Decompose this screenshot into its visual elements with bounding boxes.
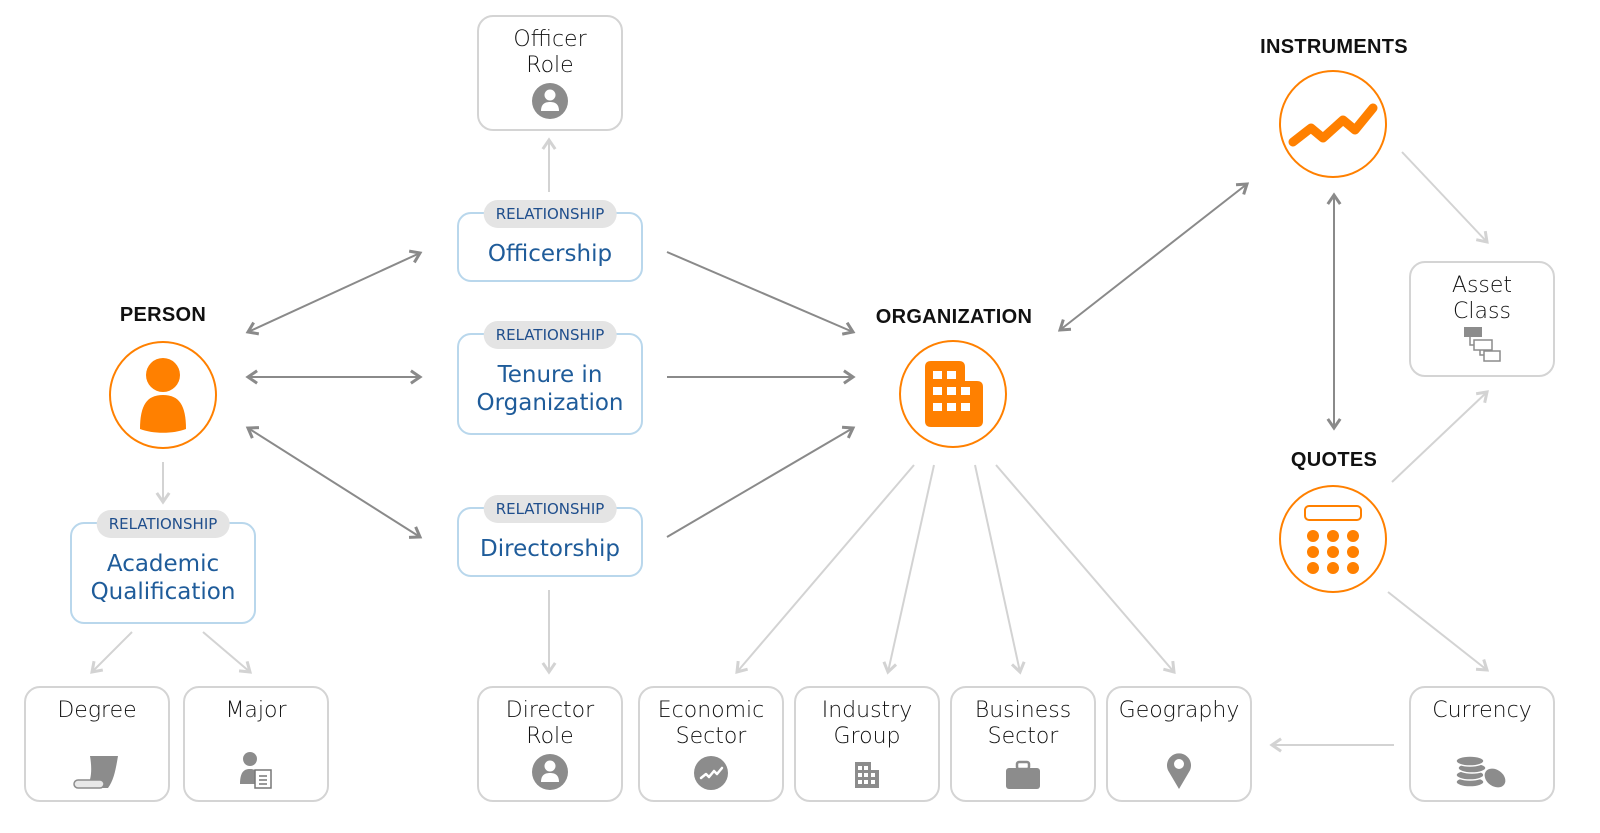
relationship-label: Academic Qualification: [90, 551, 236, 605]
edge-organization-to-business_sector: [974, 464, 1021, 673]
relationship-academic-qualification[interactable]: RELATIONSHIP Academic Qualification: [70, 510, 256, 624]
briefcase-icon: [1006, 760, 1040, 789]
leaf-asset-class[interactable]: Asset Class: [1409, 261, 1555, 377]
building-icon: [855, 762, 879, 788]
edge-quotes-to-asset_class: [1391, 391, 1488, 483]
coins-icon: [1455, 755, 1507, 789]
leaf-currency[interactable]: Currency: [1409, 686, 1555, 802]
leaf-economic-sector[interactable]: Economic Sector: [638, 686, 784, 802]
leaf-label: Geography: [1118, 698, 1240, 723]
relationship-directorship[interactable]: RELATIONSHIP Directorship: [457, 495, 643, 577]
relationship-tag: RELATIONSHIP: [483, 495, 617, 523]
leaf-label: Director Role: [505, 698, 595, 749]
leaf-director-role[interactable]: Director Role: [477, 686, 623, 802]
edge-organization-to-instruments: [1059, 183, 1248, 331]
edge-officership-to-organization: [666, 251, 854, 333]
instruments-node[interactable]: [1279, 70, 1387, 178]
relationship-tag: RELATIONSHIP: [96, 510, 230, 538]
leaf-label: Industry Group: [821, 698, 913, 749]
leaf-label: Asset Class: [1451, 273, 1513, 324]
person-badge-icon: [532, 83, 568, 119]
leaf-label: Economic Sector: [657, 698, 765, 749]
relationship-label: Tenure in Organization: [476, 362, 624, 416]
scroll-icon: [73, 756, 118, 789]
organization-title: ORGANIZATION: [875, 306, 1033, 328]
edge-instruments-to-asset_class: [1401, 151, 1488, 243]
leaf-label: Currency: [1432, 698, 1532, 723]
leaf-label: Degree: [57, 698, 137, 723]
relationship-tenure[interactable]: RELATIONSHIP Tenure in Organization: [457, 321, 643, 435]
relationship-label: Directorship: [480, 536, 620, 562]
quotes-node[interactable]: [1279, 485, 1387, 593]
edge-organization-to-economic_sector: [736, 464, 915, 673]
leaf-major[interactable]: Major: [183, 686, 329, 802]
leaf-officer-role[interactable]: Officer Role: [477, 15, 623, 131]
edge-academic-to-major: [202, 631, 251, 673]
person-document-icon: [240, 752, 272, 789]
building-icon: [925, 361, 983, 427]
organization-node[interactable]: [899, 340, 1007, 448]
edge-officership-to-person: [247, 252, 421, 333]
map-pin-icon: [1167, 753, 1191, 789]
leaf-degree[interactable]: Degree: [24, 686, 170, 802]
trend-circle-icon: [694, 756, 728, 790]
person-badge-icon: [532, 754, 568, 790]
leaf-industry-group[interactable]: Industry Group: [794, 686, 940, 802]
person-node[interactable]: [109, 341, 217, 449]
edge-quotes-to-currency: [1387, 591, 1488, 671]
relationship-tag: RELATIONSHIP: [483, 200, 617, 228]
relationship-officership[interactable]: RELATIONSHIP Officership: [457, 200, 643, 282]
leaf-business-sector[interactable]: Business Sector: [950, 686, 1096, 802]
relationship-label: Officership: [487, 241, 613, 267]
person-title: PERSON: [119, 304, 207, 326]
person-icon: [140, 358, 186, 433]
edge-academic-to-degree: [91, 631, 133, 673]
edge-organization-to-industry_group: [887, 464, 935, 673]
relationship-tag: RELATIONSHIP: [483, 321, 617, 349]
leaf-geography[interactable]: Geography: [1106, 686, 1252, 802]
edge-organization-to-geography: [995, 464, 1175, 673]
calculator-icon: [1304, 505, 1362, 574]
leaf-label: Business Sector: [974, 698, 1072, 749]
edge-directorship-to-organization: [666, 427, 854, 538]
leaf-label: Major: [225, 698, 287, 723]
trend-line-icon: [1288, 103, 1378, 147]
instruments-title: INSTRUMENTS: [1260, 36, 1408, 58]
quotes-title: QUOTES: [1290, 449, 1378, 471]
hierarchy-icon: [1464, 327, 1501, 362]
leaf-label: Officer Role: [513, 27, 587, 78]
edge-directorship-to-person: [247, 427, 421, 538]
